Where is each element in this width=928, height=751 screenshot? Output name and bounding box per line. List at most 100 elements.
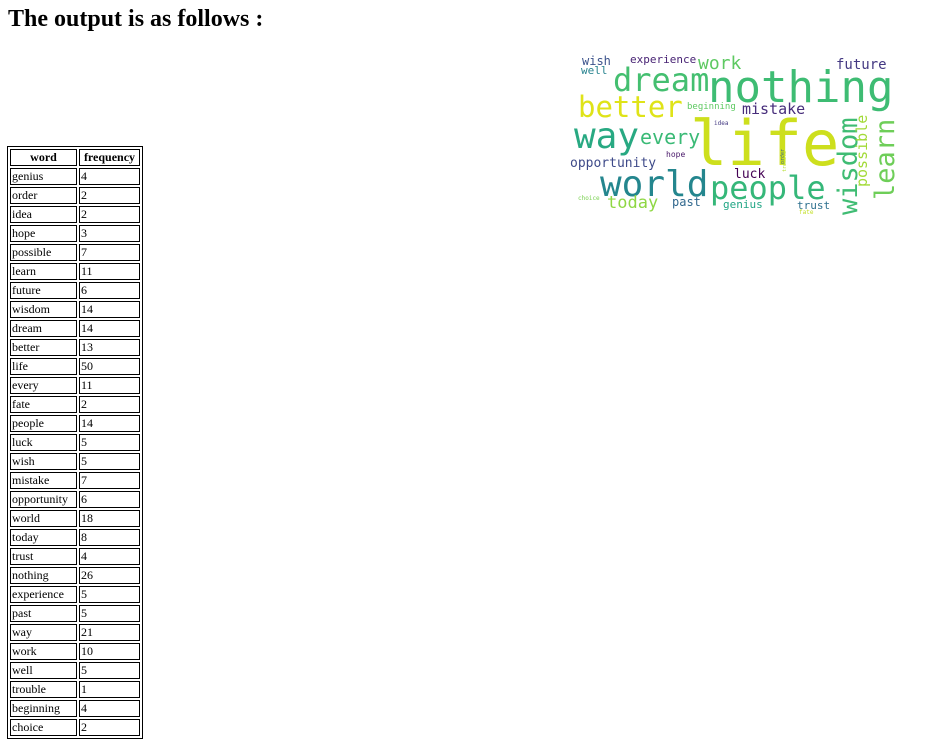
frequency-cell: 11	[79, 263, 140, 280]
cloud-word-luck: luck	[734, 167, 765, 182]
word-cell: dream	[10, 320, 77, 337]
table-row: future 6	[10, 282, 140, 299]
table-row: trust 4	[10, 548, 140, 565]
frequency-cell: 5	[79, 605, 140, 622]
frequency-cell: 2	[79, 396, 140, 413]
cloud-word-learn: learn	[870, 119, 899, 200]
table-row: nothing 26	[10, 567, 140, 584]
frequency-cell: 13	[79, 339, 140, 356]
cloud-word-possible: possible	[853, 115, 871, 187]
table-row: today 8	[10, 529, 140, 546]
frequency-cell: 1	[79, 681, 140, 698]
table-row: luck 5	[10, 434, 140, 451]
cloud-word-better: better	[578, 90, 683, 124]
table-row: past 5	[10, 605, 140, 622]
frequency-cell: 14	[79, 301, 140, 318]
word-cell: past	[10, 605, 77, 622]
table-row: well 5	[10, 662, 140, 679]
frequency-cell: 5	[79, 586, 140, 603]
frequency-cell: 6	[79, 282, 140, 299]
word-cell: learn	[10, 263, 77, 280]
word-cell: possible	[10, 244, 77, 261]
frequency-cell: 5	[79, 453, 140, 470]
table-row: world 18	[10, 510, 140, 527]
table-row: experience 5	[10, 586, 140, 603]
word-cell: every	[10, 377, 77, 394]
word-cell: nothing	[10, 567, 77, 584]
table-row: work 10	[10, 643, 140, 660]
cloud-word-past: past	[672, 195, 701, 209]
frequency-cell: 6	[79, 491, 140, 508]
frequency-cell: 8	[79, 529, 140, 546]
word-cell: wish	[10, 453, 77, 470]
table-row: every 11	[10, 377, 140, 394]
cloud-word-opportunity: opportunity	[570, 156, 656, 171]
word-cell: genius	[10, 168, 77, 185]
cloud-word-well: well	[581, 64, 608, 77]
word-cell: fate	[10, 396, 77, 413]
word-frequency-table: word frequency genius 4 order 2 idea 2 hope 3 po…	[7, 146, 143, 739]
word-cell: beginning	[10, 700, 77, 717]
frequency-cell: 3	[79, 225, 140, 242]
frequency-cell: 5	[79, 434, 140, 451]
frequency-cell: 7	[79, 244, 140, 261]
table-row: trouble 1	[10, 681, 140, 698]
cloud-word-hope: hope	[666, 150, 685, 159]
cloud-word-every: every	[640, 125, 700, 149]
table-row: better 13	[10, 339, 140, 356]
word-cell: opportunity	[10, 491, 77, 508]
table-row: choice 2	[10, 719, 140, 736]
word-cell: luck	[10, 434, 77, 451]
table-row: life 50	[10, 358, 140, 375]
word-cell: hope	[10, 225, 77, 242]
frequency-cell: 11	[79, 377, 140, 394]
table-row: idea 2	[10, 206, 140, 223]
frequency-cell: 7	[79, 472, 140, 489]
frequency-cell: 5	[79, 662, 140, 679]
frequency-cell: 4	[79, 700, 140, 717]
table-row: opportunity 6	[10, 491, 140, 508]
page-heading: The output is as follows :	[8, 6, 264, 32]
table-row: wish 5	[10, 453, 140, 470]
word-cell: future	[10, 282, 77, 299]
cloud-word-work: work	[698, 53, 742, 74]
table-row: dream 14	[10, 320, 140, 337]
word-cell: experience	[10, 586, 77, 603]
word-cell: people	[10, 415, 77, 432]
word-cell: well	[10, 662, 77, 679]
word-cell: better	[10, 339, 77, 356]
word-cloud-image: lifenothingwayworlddreambetterpeople wisd…	[570, 53, 899, 216]
table-row: mistake 7	[10, 472, 140, 489]
frequency-cell: 4	[79, 168, 140, 185]
word-cell: work	[10, 643, 77, 660]
table-row: possible 7	[10, 244, 140, 261]
cloud-word-fate: fate	[799, 209, 814, 216]
word-cell: life	[10, 358, 77, 375]
table-row: learn 11	[10, 263, 140, 280]
column-header-frequency: frequency	[79, 149, 140, 166]
word-cell: order	[10, 187, 77, 204]
frequency-cell: 14	[79, 320, 140, 337]
cloud-word-today: today	[607, 193, 658, 213]
cloud-word-future: future	[836, 57, 887, 73]
frequency-cell: 26	[79, 567, 140, 584]
table-row: order 2	[10, 187, 140, 204]
frequency-cell: 2	[79, 206, 140, 223]
table-row: hope 3	[10, 225, 140, 242]
word-cell: choice	[10, 719, 77, 736]
table-row: people 14	[10, 415, 140, 432]
cloud-word-experience: experience	[630, 53, 696, 66]
word-cell: trust	[10, 548, 77, 565]
frequency-cell: 21	[79, 624, 140, 641]
frequency-cell: 14	[79, 415, 140, 432]
word-cell: mistake	[10, 472, 77, 489]
table-row: way 21	[10, 624, 140, 641]
table-row: fate 2	[10, 396, 140, 413]
frequency-cell: 50	[79, 358, 140, 375]
word-cell: idea	[10, 206, 77, 223]
table-row: genius 4	[10, 168, 140, 185]
frequency-cell: 18	[79, 510, 140, 527]
cloud-word-trouble: trouble	[782, 151, 788, 172]
word-cell: wisdom	[10, 301, 77, 318]
cloud-word-genius: genius	[723, 198, 763, 211]
